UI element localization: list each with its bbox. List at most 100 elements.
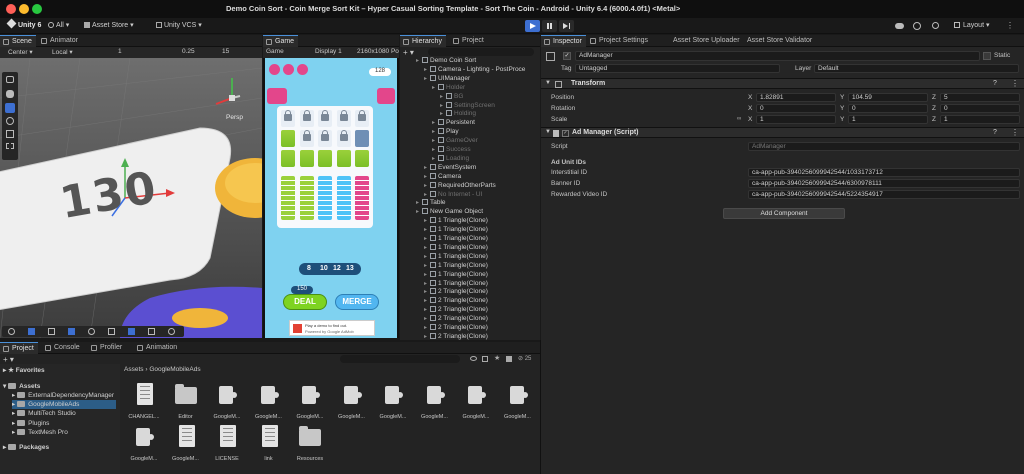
asset-item[interactable]: GoogleM... — [498, 382, 538, 432]
locked-slot[interactable] — [281, 110, 295, 127]
move-tool-icon[interactable] — [5, 103, 15, 113]
hierarchy-item[interactable]: ▸ Holding — [400, 110, 476, 118]
hierarchy-item[interactable]: ▸ Persistent — [400, 119, 475, 127]
help-icon[interactable]: ? — [993, 80, 997, 87]
play-button[interactable] — [525, 20, 540, 32]
hierarchy-item[interactable]: ▸ 2 Triangle(Clone) — [400, 332, 488, 340]
component-menu-icon[interactable]: ⋮ — [1011, 79, 1019, 88]
layout-dropdown[interactable]: Layout ▾ — [950, 20, 994, 32]
merge-button[interactable]: MERGE — [335, 294, 379, 310]
layer-dropdown[interactable]: Default — [814, 64, 1019, 73]
component-more-icon[interactable]: ⋮ — [1011, 128, 1019, 137]
step-button[interactable] — [559, 20, 574, 32]
asset-item[interactable]: LICENSE — [207, 424, 247, 474]
local-global-dropdown[interactable]: Local ▾ — [52, 48, 73, 56]
search-icon[interactable] — [932, 22, 939, 29]
project-tree-item[interactable]: ▸ GoogleMobileAds — [12, 400, 116, 410]
hierarchy-item[interactable]: ▸ 1 Triangle(Clone) — [400, 243, 488, 252]
add-component-button[interactable]: Add Component — [723, 208, 845, 219]
hand-tool-icon[interactable] — [6, 90, 14, 98]
hierarchy-item[interactable]: ▸ 1 Triangle(Clone) — [400, 226, 488, 234]
transform-header[interactable]: ▼ Transform ? ⋮ — [541, 78, 1024, 89]
zoom-window-dot[interactable] — [32, 4, 42, 14]
project-search-input[interactable] — [340, 355, 460, 363]
vcs-button[interactable]: Unity VCS ▾ — [152, 20, 206, 32]
coin-stack[interactable] — [355, 130, 369, 147]
asset-store-button[interactable]: Asset Store ▾ — [80, 20, 138, 32]
hierarchy-item[interactable]: ▸ Success — [400, 146, 471, 154]
locked-slot[interactable] — [336, 110, 351, 127]
rotation-x-field[interactable]: 0 — [756, 104, 836, 113]
more-options-icon[interactable]: ⋮ — [1006, 21, 1014, 30]
overlay-tool-icon[interactable] — [108, 328, 115, 335]
hierarchy-item[interactable]: ▸ Holder — [400, 83, 465, 92]
scale-x-field[interactable]: 1 — [756, 115, 836, 124]
tag-dropdown[interactable]: Untagged — [575, 64, 780, 73]
overlay-tool-icon[interactable] — [128, 328, 135, 335]
hierarchy-item[interactable]: ▸ RequiredOtherParts — [400, 181, 496, 190]
coin-stack[interactable] — [355, 176, 369, 220]
locked-slot[interactable] — [318, 130, 332, 147]
all-dropdown[interactable]: All ▾ — [44, 20, 74, 32]
gift-button[interactable] — [297, 64, 308, 75]
resolution-dropdown[interactable]: 2160x1080 Po — [357, 48, 399, 55]
filter-icon[interactable] — [482, 356, 488, 362]
interstitial-id-field[interactable]: ca-app-pub-3940256099942544/1033173712 — [748, 168, 1020, 177]
overlay-tool-icon[interactable] — [168, 328, 175, 335]
hierarchy-item[interactable]: ▸ GameOver — [400, 137, 478, 145]
hierarchy-item[interactable]: ▸ SettingScreen — [400, 101, 495, 110]
breadcrumb-assets[interactable]: Assets — [124, 366, 144, 373]
active-checkbox[interactable]: ✓ — [563, 52, 571, 60]
locked-slot[interactable] — [299, 130, 314, 147]
coin-stack[interactable] — [281, 150, 295, 167]
asset-item[interactable]: Resources — [290, 424, 330, 474]
test-ad-banner[interactable]: Play a demo to find out. Powered by Goog… — [289, 320, 375, 336]
tab-scene[interactable]: Scene — [0, 35, 36, 47]
hierarchy-item[interactable]: ▸ No Internet - UI — [400, 190, 482, 199]
scale-y-field[interactable]: 1 — [848, 115, 928, 124]
coin-stack[interactable] — [336, 176, 351, 220]
rotate-tool-icon[interactable] — [6, 117, 14, 125]
hierarchy-item[interactable]: ▸ 1 Triangle(Clone) — [400, 279, 488, 288]
hierarchy-item[interactable]: ▸ Demo Coin Sort — [400, 57, 476, 65]
overlay-tool-icon[interactable] — [68, 328, 75, 335]
packages-item[interactable]: ▸ Packages — [3, 443, 49, 452]
game-view-dropdown[interactable]: Game — [266, 48, 284, 55]
locked-slot[interactable] — [318, 110, 332, 127]
hierarchy-item[interactable]: ▸ UIManager — [400, 74, 470, 83]
view-tool-icon[interactable] — [6, 76, 14, 83]
coin-stack[interactable] — [318, 176, 332, 220]
scale-z-field[interactable]: 1 — [940, 115, 1020, 124]
phone-screen[interactable]: 128 8 10 12 13 150 DEAL MERGE Play a dem… — [265, 58, 397, 338]
asset-item[interactable]: GoogleM... — [456, 382, 496, 432]
camera-count[interactable]: 15 — [222, 48, 229, 55]
scene-viewport[interactable]: 130 Persp — [0, 58, 262, 338]
hierarchy-item[interactable]: ▸ 1 Triangle(Clone) — [400, 261, 488, 270]
breadcrumb-googlemobileads[interactable]: GoogleMobileAds — [149, 366, 200, 373]
tab-asset-store-validator[interactable]: Asset Store Validator — [735, 35, 816, 47]
project-tree-item[interactable]: ▸ ExternalDependencyManager — [12, 391, 114, 400]
settings-button[interactable] — [269, 64, 280, 75]
star-icon[interactable]: ★ — [494, 354, 500, 362]
coin-stack[interactable] — [281, 176, 295, 220]
display-dropdown[interactable]: Display 1 — [315, 48, 342, 55]
hierarchy-item[interactable]: ▸ 2 Triangle(Clone) — [400, 297, 488, 305]
asset-item[interactable]: GoogleM... — [373, 382, 413, 432]
tab-profiler[interactable]: Profiler — [88, 342, 126, 354]
locked-slot[interactable] — [299, 110, 314, 127]
coin-stack[interactable] — [318, 150, 332, 167]
tab-project-settings[interactable]: Project Settings — [587, 35, 652, 47]
left-booster-button[interactable] — [267, 88, 287, 104]
hierarchy-item[interactable]: ▸ 2 Triangle(Clone) — [400, 324, 488, 332]
overlay-tool-icon[interactable] — [48, 328, 55, 335]
position-x-field[interactable]: 1.82891 — [756, 93, 836, 102]
locked-slot[interactable] — [355, 110, 369, 127]
overlay-tool-icon[interactable] — [8, 328, 15, 335]
hierarchy-search-input[interactable] — [428, 48, 534, 56]
lock-icon[interactable] — [506, 356, 512, 362]
hierarchy-item[interactable]: ▸ 1 Triangle(Clone) — [400, 252, 488, 261]
asset-item[interactable]: link — [249, 424, 289, 474]
tab-console[interactable]: Console — [42, 342, 84, 354]
create-asset-button[interactable]: + ▾ — [3, 355, 14, 364]
coin-stack[interactable] — [355, 150, 369, 167]
